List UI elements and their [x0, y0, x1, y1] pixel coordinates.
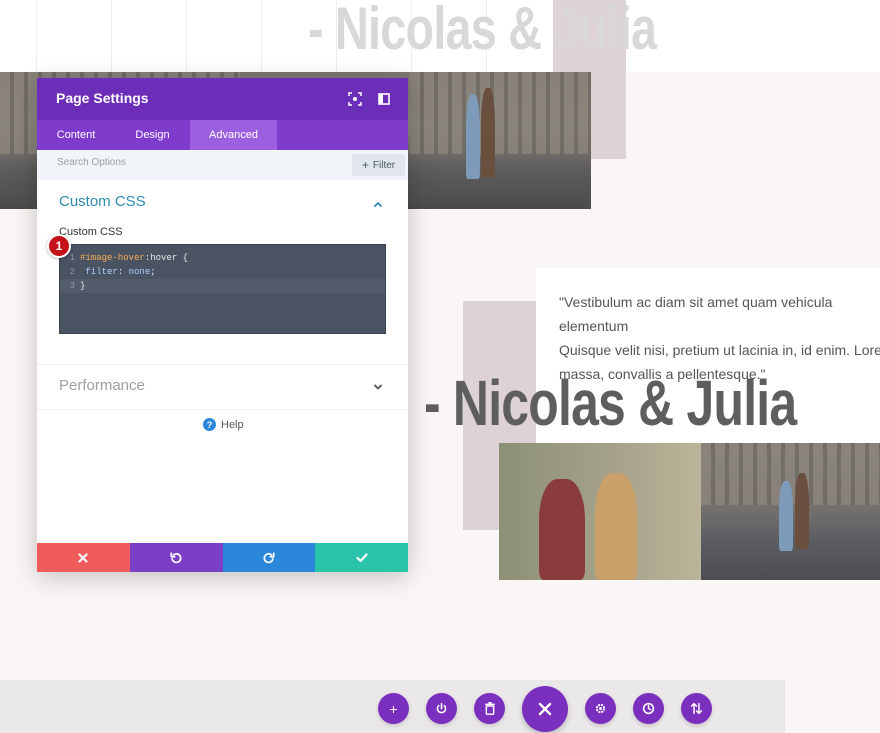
close-toolbar-button[interactable] — [522, 686, 568, 732]
delete-button[interactable] — [474, 693, 505, 724]
undo-icon — [170, 551, 182, 563]
page-settings-modal: Page Settings Content Design Advanced + … — [37, 78, 408, 572]
grid-line — [36, 0, 37, 72]
sort-icon — [690, 702, 703, 715]
css-value: none — [128, 267, 151, 277]
line-number: 3 — [69, 281, 75, 291]
cancel-button[interactable] — [37, 543, 130, 572]
css-brace: { — [177, 253, 189, 263]
photo-person — [779, 481, 793, 551]
gear-icon — [595, 703, 606, 714]
modal-footer — [37, 543, 408, 572]
chevron-down-icon[interactable] — [372, 381, 384, 393]
undo-button[interactable] — [129, 543, 223, 572]
search-options-input[interactable] — [57, 157, 307, 168]
modal-tabs: Content Design Advanced — [37, 120, 408, 150]
css-semicolon: ; — [150, 267, 156, 277]
custom-css-editor[interactable]: 1 #image-hover:hover { 2 filter: none; 3} — [59, 244, 386, 334]
fullscreen-button[interactable] — [347, 91, 363, 107]
trash-icon — [484, 702, 495, 715]
plus-icon: + — [361, 158, 369, 172]
modal-title: Page Settings — [56, 90, 149, 106]
section-divider — [37, 364, 408, 365]
screenshot-icon — [348, 92, 362, 106]
disable-button[interactable] — [426, 693, 457, 724]
checkmark-icon — [356, 552, 368, 562]
portability-button[interactable] — [681, 693, 712, 724]
photo-building — [410, 72, 591, 155]
grid-line — [111, 0, 112, 72]
grid-line — [186, 0, 187, 72]
sidebar-toggle-icon — [378, 93, 390, 105]
css-colon: : — [117, 267, 129, 277]
close-icon — [78, 552, 88, 563]
step-badge: 1 — [47, 234, 71, 258]
performance-section-toggle[interactable]: Performance — [59, 377, 145, 394]
filter-label: Filter — [372, 159, 396, 171]
help-label: Help — [221, 418, 244, 431]
street-photo — [701, 443, 880, 580]
help-link[interactable]: ? Help — [203, 418, 244, 431]
section-divider — [37, 409, 408, 410]
code-line-current[interactable]: 3} — [60, 279, 385, 293]
hero-heading-faded: - Nicolas & Julia — [308, 0, 657, 62]
photo-person — [466, 94, 480, 179]
code-line[interactable]: 2 filter: none; — [60, 265, 385, 279]
history-button[interactable] — [633, 693, 664, 724]
save-button[interactable] — [315, 543, 408, 572]
css-selector: #image-hover — [80, 253, 145, 263]
filter-button[interactable]: + Filter — [352, 154, 405, 176]
couple-photo — [499, 443, 701, 580]
modal-header[interactable]: Page Settings — [37, 78, 408, 120]
chevron-up-icon[interactable] — [372, 198, 384, 210]
redo-button[interactable] — [222, 543, 316, 572]
redo-icon — [263, 551, 275, 563]
history-icon — [642, 702, 655, 715]
search-row: + Filter — [37, 150, 408, 180]
custom-css-label: Custom CSS — [59, 226, 123, 238]
snap-sidebar-button[interactable] — [376, 91, 392, 107]
css-pseudo: :hover — [144, 253, 178, 263]
tab-advanced[interactable]: Advanced — [190, 120, 277, 150]
help-icon: ? — [203, 418, 216, 431]
photo-person — [481, 88, 495, 178]
grid-line — [261, 0, 262, 72]
photo-person — [595, 473, 637, 580]
settings-button[interactable] — [585, 693, 616, 724]
section-heading: - Nicolas & Julia — [424, 367, 797, 439]
add-icon: + — [389, 700, 398, 717]
css-property: filter — [85, 267, 118, 277]
code-line[interactable]: 1 #image-hover:hover { — [60, 251, 385, 265]
photo-person — [539, 479, 585, 580]
tab-design[interactable]: Design — [115, 120, 190, 150]
tab-content[interactable]: Content — [37, 120, 115, 150]
photo-person — [795, 473, 809, 549]
power-icon — [436, 702, 447, 714]
line-number: 2 — [69, 267, 75, 277]
add-button[interactable]: + — [378, 693, 409, 724]
custom-css-section-toggle[interactable]: Custom CSS — [59, 193, 146, 210]
css-brace: } — [80, 281, 86, 291]
close-icon — [538, 702, 552, 716]
